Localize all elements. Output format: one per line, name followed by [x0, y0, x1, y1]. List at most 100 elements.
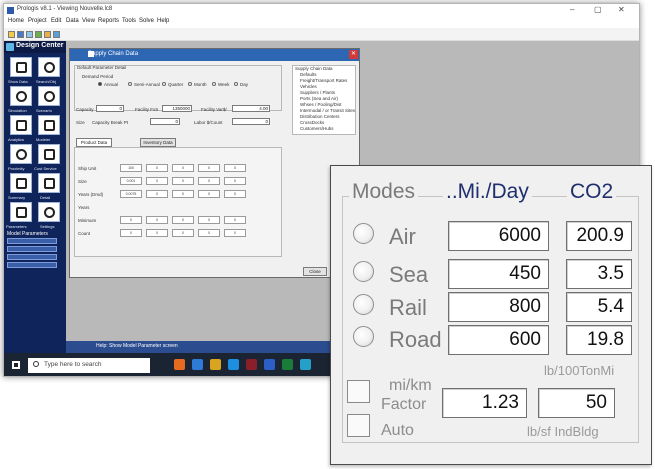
parameters-icon[interactable] [10, 202, 32, 222]
proximity-icon[interactable] [10, 144, 32, 164]
grid-cell[interactable]: 0 [146, 190, 168, 198]
taskbar-app-icon[interactable] [282, 359, 293, 370]
tab-inventory-data[interactable]: Inventory Data [140, 138, 176, 147]
open-folder-icon[interactable] [8, 31, 15, 38]
grid-cell[interactable]: 0 [146, 164, 168, 172]
demand-month-radio[interactable] [188, 82, 192, 86]
grid-cell[interactable]: 0 [224, 190, 246, 198]
map-icon[interactable] [35, 31, 42, 38]
modeler-icon[interactable] [38, 115, 60, 135]
grid-cell[interactable]: 0 [198, 164, 220, 172]
facility-var-field[interactable]: 4.00 [232, 105, 270, 112]
show-data-icon[interactable] [10, 57, 32, 77]
summary-icon[interactable] [10, 173, 32, 193]
analytics-icon[interactable] [10, 115, 32, 135]
grid-cell[interactable]: 0 [172, 164, 194, 172]
list-item[interactable]: Distribution Centers [300, 114, 340, 119]
maximize-button[interactable]: ▢ [594, 5, 602, 15]
grid-cell[interactable]: 0 [198, 229, 220, 237]
menu-home[interactable]: Home [8, 18, 24, 24]
air-co2-field[interactable]: 200.9 [566, 221, 632, 251]
list-item[interactable]: Customers/Hubs [300, 126, 334, 131]
sea-co2-field[interactable]: 3.5 [566, 259, 632, 289]
labor-field[interactable]: 0 [232, 118, 270, 125]
grid-cell[interactable]: 0 [224, 177, 246, 185]
folder-icon[interactable] [210, 359, 221, 370]
model-param-row[interactable] [7, 254, 57, 260]
dialog-close-text-button[interactable]: Close [303, 267, 327, 276]
mail-icon[interactable] [264, 359, 275, 370]
menu-edit[interactable]: Edit [51, 18, 61, 24]
grid-cell[interactable]: 100 [120, 164, 142, 172]
grid-cell[interactable]: 0 [198, 177, 220, 185]
tab-product-data[interactable]: Product Data [76, 138, 112, 147]
bldg-co2-field[interactable]: 50 [538, 388, 615, 418]
edge-browser-icon[interactable] [228, 359, 239, 370]
list-item[interactable]: Vehicles [300, 84, 317, 89]
grid-cell[interactable]: 0 [198, 190, 220, 198]
list-item[interactable]: Freight/Transport Rates [300, 78, 347, 83]
road-co2-field[interactable]: 19.8 [566, 325, 632, 355]
search-object-icon[interactable] [38, 57, 60, 77]
menu-reports[interactable]: Reports [98, 18, 119, 24]
cust-service-icon[interactable] [38, 144, 60, 164]
minimize-button[interactable]: – [570, 5, 574, 15]
menu-data[interactable]: Data [66, 18, 79, 24]
taskbar-app-icon[interactable] [192, 359, 203, 370]
windows-start-icon[interactable] [12, 361, 20, 369]
taskbar-app-icon[interactable] [300, 359, 311, 370]
grid-cell[interactable]: 0 [120, 216, 142, 224]
mode-road-radio[interactable] [353, 326, 374, 347]
settings-icon[interactable] [38, 202, 60, 222]
rail-mi-per-day-field[interactable]: 800 [448, 292, 549, 322]
mikm-factor-field[interactable]: 1.23 [442, 388, 527, 418]
grid-cell[interactable]: 0 [224, 229, 246, 237]
demand-quarter-radio[interactable] [162, 82, 166, 86]
mode-air-radio[interactable] [353, 223, 374, 244]
list-item[interactable]: Ports (Sea and Air) [300, 96, 338, 101]
mikm-factor-checkbox[interactable] [347, 380, 370, 403]
list-item[interactable]: CrossDocks [300, 120, 324, 125]
simulation-icon[interactable] [10, 86, 32, 106]
grid-cell[interactable]: 0 [146, 229, 168, 237]
model-param-row[interactable] [7, 238, 57, 244]
dialog-close-button[interactable]: ✕ [349, 50, 358, 59]
list-item[interactable]: Suppliers / Plants [300, 90, 335, 95]
grid-cell[interactable]: 0 [120, 229, 142, 237]
taskbar-app-icon[interactable] [246, 359, 257, 370]
air-mi-per-day-field[interactable]: 6000 [448, 221, 549, 251]
demand-day-radio[interactable] [234, 82, 238, 86]
globe-icon[interactable] [53, 31, 60, 38]
menu-project[interactable]: Project [28, 18, 47, 24]
grid-cell[interactable]: 0 [172, 190, 194, 198]
menu-view[interactable]: View [82, 18, 95, 24]
menu-solve[interactable]: Solve [139, 18, 154, 24]
facility-fix-field[interactable]: 1350000 [162, 105, 192, 112]
model-param-row[interactable] [7, 246, 57, 252]
list-item[interactable]: Intermodal / or Transit Sites [300, 108, 355, 113]
grid-cell[interactable]: 0.001 [120, 177, 142, 185]
grid-cell[interactable]: 0 [224, 164, 246, 172]
grid-cell[interactable]: 0 [172, 229, 194, 237]
close-button[interactable]: ✕ [618, 5, 625, 15]
demand-week-radio[interactable] [212, 82, 216, 86]
capacity-break-field[interactable]: 0 [150, 118, 180, 125]
grid-cell[interactable]: 0 [172, 216, 194, 224]
scenario-icon[interactable] [38, 86, 60, 106]
mode-sea-radio[interactable] [353, 261, 374, 282]
grid-icon[interactable] [26, 31, 33, 38]
grid-cell[interactable]: 0 [146, 177, 168, 185]
list-item[interactable]: Defaults [300, 72, 317, 77]
auto-checkbox[interactable] [347, 414, 370, 437]
grid-cell[interactable]: 0.0075 [120, 190, 142, 198]
demand-annual-radio[interactable] [98, 82, 102, 86]
grid-cell[interactable]: 0 [198, 216, 220, 224]
detail-icon[interactable] [38, 173, 60, 193]
solve-icon[interactable] [44, 31, 51, 38]
list-item[interactable]: Whses / Pooling/Dist [300, 102, 342, 107]
model-param-row[interactable] [7, 262, 57, 268]
road-mi-per-day-field[interactable]: 600 [448, 325, 549, 355]
save-icon[interactable] [17, 31, 24, 38]
sea-mi-per-day-field[interactable]: 450 [448, 259, 549, 289]
taskbar-app-icon[interactable] [174, 359, 185, 370]
